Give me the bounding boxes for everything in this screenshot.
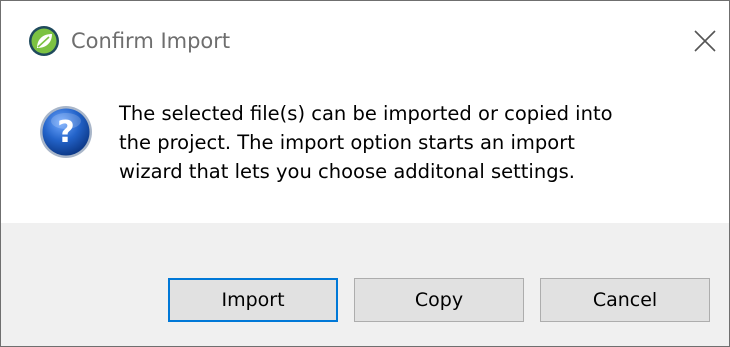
dialog-message: The selected file(s) can be imported or … (119, 99, 719, 186)
button-bar: Import Copy Cancel (1, 223, 729, 346)
message-line: wizard that lets you choose additonal se… (119, 160, 575, 183)
cancel-button[interactable]: Cancel (540, 278, 710, 322)
close-icon (685, 30, 725, 65)
title-bar: Confirm Import (1, 1, 729, 71)
message-line: the project. The import option starts an… (119, 131, 575, 154)
copy-button[interactable]: Copy (354, 278, 524, 322)
confirm-import-dialog: Confirm Import ? The selected file(s) ca… (0, 0, 730, 347)
question-icon: ? (38, 104, 94, 160)
dialog-title: Confirm Import (71, 29, 231, 53)
import-button[interactable]: Import (168, 278, 338, 322)
message-line: The selected file(s) can be imported or … (119, 102, 613, 125)
leaf-logo-icon (28, 25, 60, 57)
svg-text:?: ? (57, 115, 74, 150)
dialog-content: ? The selected file(s) can be imported o… (1, 71, 729, 223)
close-button[interactable] (685, 21, 725, 61)
